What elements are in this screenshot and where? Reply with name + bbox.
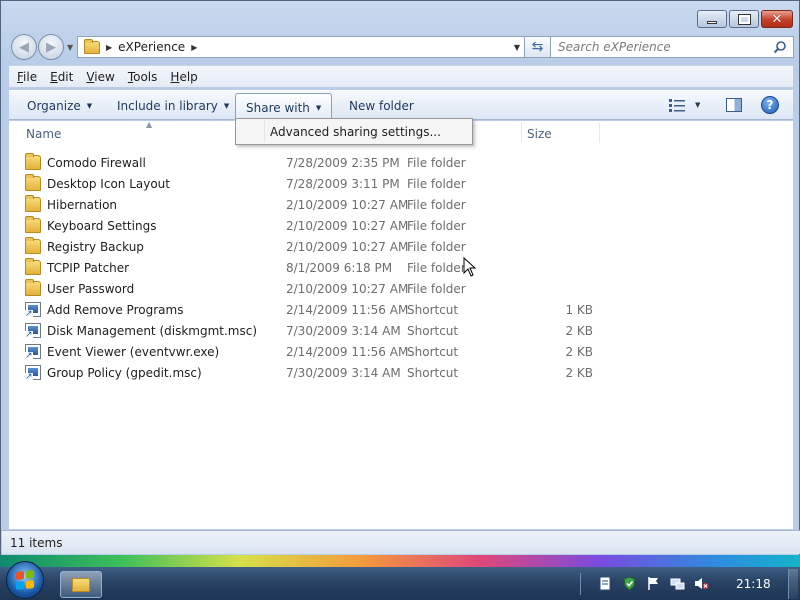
change-view-icon[interactable] [669, 99, 685, 112]
back-button[interactable]: ◀ [11, 34, 37, 60]
clock[interactable]: 21:18 [736, 577, 771, 591]
taskbar: 21:18 [0, 555, 800, 600]
search-input[interactable] [558, 40, 763, 54]
item-count: 11 items [10, 535, 63, 550]
action-center-flag-icon[interactable] [646, 576, 661, 591]
views-dropdown-icon[interactable]: ▼ [695, 101, 700, 109]
volume-muted-icon[interactable] [694, 576, 709, 591]
shortcut-icon [25, 302, 41, 319]
chevron-down-icon: ▼ [315, 103, 322, 112]
share-with-menu: Advanced sharing settings... [235, 118, 473, 145]
column-divider[interactable] [521, 123, 522, 143]
network-icon[interactable] [670, 576, 685, 591]
folder-icon [25, 258, 41, 275]
organize-button[interactable]: Organize ▼ [17, 93, 102, 119]
folder-icon [25, 174, 41, 191]
security-shield-icon[interactable] [622, 576, 637, 591]
windows-logo-icon [16, 570, 34, 590]
column-size[interactable]: Size [527, 127, 552, 141]
help-icon[interactable]: ? [761, 96, 779, 114]
folder-icon [72, 577, 90, 592]
close-icon: ✕ [771, 11, 783, 27]
explorer-window: ✕ ◀ ▶ ▼ ▶ eXPerience ▶ ▼ ⇆ File Edit Vie… [0, 0, 800, 566]
list-item[interactable]: Desktop Icon Layout 7/28/2009 3:11 PM Fi… [21, 173, 621, 194]
folder-icon [25, 153, 41, 170]
list-item[interactable]: User Password 2/10/2009 10:27 AM File fo… [21, 278, 621, 299]
document-icon[interactable] [598, 576, 613, 591]
folder-icon [25, 237, 41, 254]
column-divider[interactable] [599, 123, 600, 143]
refresh-button[interactable]: ⇆ [525, 36, 551, 58]
shortcut-icon [25, 323, 41, 340]
list-item[interactable]: Registry Backup 2/10/2009 10:27 AM File … [21, 236, 621, 257]
breadcrumb-arrow-icon[interactable]: ▶ [191, 43, 197, 52]
shortcut-icon [25, 344, 41, 361]
list-item[interactable]: Disk Management (diskmgmt.msc) 7/30/2009… [21, 320, 621, 341]
menu-edit[interactable]: Edit [50, 70, 73, 84]
menu-view[interactable]: View [86, 70, 114, 84]
minimize-icon [707, 20, 717, 24]
chevron-down-icon: ▼ [86, 102, 93, 110]
folder-icon [25, 279, 41, 296]
minimize-button[interactable] [697, 10, 727, 28]
search-box[interactable] [550, 36, 794, 58]
breadcrumb-segment[interactable]: eXPerience [118, 40, 185, 54]
menu-tools[interactable]: Tools [128, 70, 158, 84]
address-dropdown-icon[interactable]: ▼ [514, 43, 520, 52]
desktop-wallpaper-strip [0, 555, 800, 567]
list-item[interactable]: Keyboard Settings 2/10/2009 10:27 AM Fil… [21, 215, 621, 236]
menu-bar: File Edit View Tools Help [9, 65, 793, 87]
list-item[interactable]: Hibernation 2/10/2009 10:27 AM File fold… [21, 194, 621, 215]
start-button[interactable] [6, 561, 44, 599]
folder-icon [84, 38, 100, 54]
address-bar[interactable]: ▶ eXPerience ▶ ▼ [77, 36, 525, 58]
file-list: ▲ Name Size Comodo Firewall 7/28/2009 2:… [9, 120, 793, 529]
taskbar-explorer-button[interactable] [60, 571, 102, 598]
status-bar: 11 items [2, 530, 800, 554]
shortcut-icon [25, 365, 41, 382]
list-item[interactable]: Group Policy (gpedit.msc) 7/30/2009 3:14… [21, 362, 621, 383]
navigation-row: ◀ ▶ ▼ ▶ eXPerience ▶ ▼ ⇆ [9, 34, 794, 60]
list-item[interactable]: TCPIP Patcher 8/1/2009 6:18 PM File fold… [21, 257, 621, 278]
mouse-cursor-icon [463, 257, 477, 277]
close-button[interactable]: ✕ [761, 10, 793, 28]
folder-icon [25, 195, 41, 212]
menu-help[interactable]: Help [170, 70, 197, 84]
new-folder-button[interactable]: New folder [339, 93, 424, 119]
tray-divider [580, 573, 581, 595]
share-with-button[interactable]: Share with ▼ [235, 93, 333, 121]
forward-button[interactable]: ▶ [38, 34, 64, 60]
window-controls: ✕ [697, 10, 793, 28]
folder-icon [25, 216, 41, 233]
list-item[interactable]: Event Viewer (eventvwr.exe) 2/14/2009 11… [21, 341, 621, 362]
breadcrumb-arrow-icon[interactable]: ▶ [106, 43, 112, 52]
include-in-library-button[interactable]: Include in library ▼ [107, 93, 239, 119]
list-item[interactable]: Comodo Firewall 7/28/2009 2:35 PM File f… [21, 152, 621, 173]
list-item[interactable]: Add Remove Programs 2/14/2009 11:56 AM S… [21, 299, 621, 320]
chevron-down-icon: ▼ [223, 102, 230, 110]
menu-item-advanced-sharing-settings[interactable]: Advanced sharing settings... [270, 125, 441, 139]
search-icon[interactable] [773, 40, 787, 54]
menu-gutter [264, 121, 265, 142]
menu-file[interactable]: File [17, 70, 37, 84]
refresh-icon: ⇆ [531, 39, 544, 55]
command-bar: Organize ▼ Include in library ▼ Share with… [9, 90, 793, 121]
arrow-left-icon: ◀ [19, 39, 29, 55]
arrow-right-icon: ▶ [46, 39, 56, 55]
recent-pages-chevron-icon[interactable]: ▼ [67, 43, 73, 52]
column-name[interactable]: Name [26, 127, 61, 141]
show-desktop-button[interactable] [788, 569, 798, 599]
maximize-button[interactable] [729, 10, 759, 28]
maximize-icon [737, 13, 751, 25]
preview-pane-icon[interactable] [726, 98, 742, 112]
sort-caret-icon: ▲ [146, 120, 153, 129]
